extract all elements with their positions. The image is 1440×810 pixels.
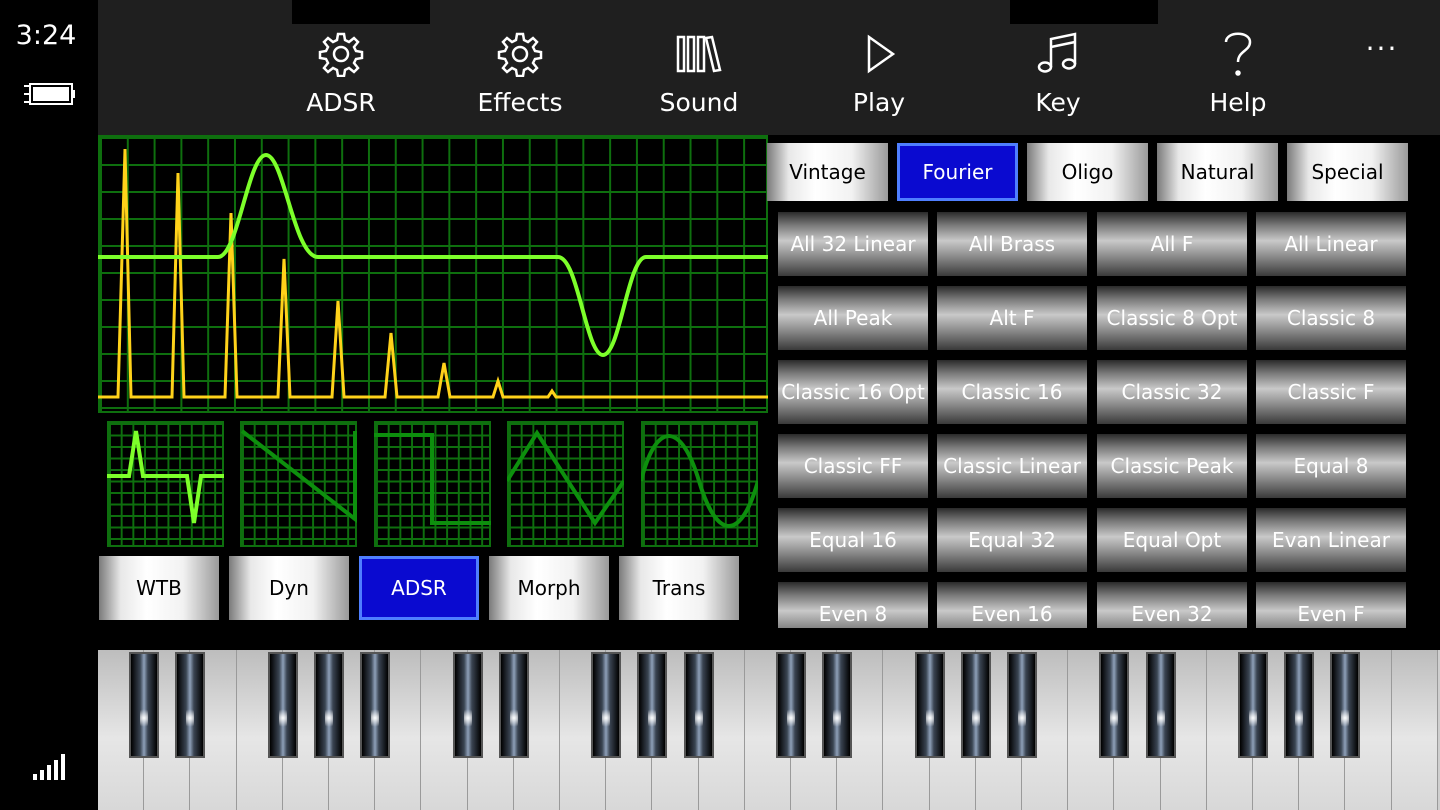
piano-black-key[interactable] xyxy=(452,652,483,758)
waveform-scope xyxy=(98,135,768,413)
adsr-app-button[interactable]: ADSR xyxy=(251,0,431,135)
tab-trans[interactable]: Trans xyxy=(619,556,739,620)
category-special[interactable]: Special xyxy=(1287,143,1408,201)
preset-item[interactable]: Evan Linear xyxy=(1256,508,1406,572)
category-natural[interactable]: Natural xyxy=(1157,143,1278,201)
piano-black-key[interactable] xyxy=(914,652,945,758)
preset-item[interactable]: All 32 Linear xyxy=(778,212,928,276)
battery-icon xyxy=(22,80,76,112)
piano-keyboard[interactable] xyxy=(98,650,1440,810)
signal-strength-icon xyxy=(33,752,67,784)
piano-black-key[interactable] xyxy=(1145,652,1176,758)
tab-wtb[interactable]: WTB xyxy=(99,556,219,620)
preset-item[interactable]: Classic Peak xyxy=(1097,434,1247,498)
preset-item[interactable]: Equal Opt xyxy=(1097,508,1247,572)
gear-icon xyxy=(430,28,610,80)
app-bar: ADSR Effects Sound Play Key Help ··· xyxy=(98,0,1440,135)
preset-item[interactable]: Classic 16 xyxy=(937,360,1087,424)
spectrum-trace xyxy=(98,148,768,399)
piano-black-key[interactable] xyxy=(175,652,206,758)
key-app-button[interactable]: Key xyxy=(968,0,1148,135)
mini-scope-pulse[interactable] xyxy=(107,421,224,547)
preset-item[interactable]: Equal 16 xyxy=(778,508,928,572)
play-icon xyxy=(789,28,969,80)
piano-black-key[interactable] xyxy=(314,652,344,758)
preset-item[interactable]: All Linear xyxy=(1256,212,1406,276)
waveform-trace xyxy=(98,152,768,358)
mini-scope-sawtooth[interactable] xyxy=(240,421,357,547)
piano-black-key[interactable] xyxy=(683,652,714,758)
status-bar xyxy=(0,0,98,810)
tab-adsr[interactable]: ADSR xyxy=(359,556,479,620)
status-clock: 3:24 xyxy=(15,20,77,51)
preset-item[interactable]: Classic Linear xyxy=(937,434,1087,498)
preset-item[interactable]: All Brass xyxy=(937,212,1087,276)
piano-white-key[interactable] xyxy=(1391,650,1438,810)
piano-black-key[interactable] xyxy=(267,652,298,758)
mini-scope-square[interactable] xyxy=(374,421,491,547)
adsr-app-label: ADSR xyxy=(306,88,376,117)
help-app-button[interactable]: Help xyxy=(1148,0,1328,135)
category-oligo[interactable]: Oligo xyxy=(1027,143,1148,201)
preset-item[interactable]: Alt F xyxy=(937,286,1087,350)
music-note-icon xyxy=(968,28,1148,80)
sound-app-button[interactable]: Sound xyxy=(609,0,789,135)
preset-item[interactable]: Classic F xyxy=(1256,360,1406,424)
mini-scope-sine[interactable] xyxy=(641,421,758,547)
preset-item[interactable]: Equal 8 xyxy=(1256,434,1406,498)
tab-dyn[interactable]: Dyn xyxy=(229,556,349,620)
preset-item[interactable]: Classic FF xyxy=(778,434,928,498)
piano-black-key[interactable] xyxy=(498,652,529,758)
library-icon xyxy=(609,28,789,80)
piano-black-key[interactable] xyxy=(1284,652,1315,758)
preset-item[interactable]: Even 16 xyxy=(937,582,1087,628)
preset-item[interactable]: Even 32 xyxy=(1097,582,1247,628)
piano-black-key[interactable] xyxy=(1238,652,1268,758)
gear-icon xyxy=(251,28,431,80)
preset-item[interactable]: Classic 16 Opt xyxy=(778,360,928,424)
preset-item[interactable]: Even F xyxy=(1256,582,1406,628)
piano-black-key[interactable] xyxy=(591,652,622,758)
preset-item[interactable]: Classic 8 Opt xyxy=(1097,286,1247,350)
preset-list[interactable]: All 32 Linear All Brass All F All Linear… xyxy=(778,212,1410,628)
mini-scope-triangle[interactable] xyxy=(507,421,624,547)
help-app-label: Help xyxy=(1209,88,1267,117)
preset-item[interactable]: All Peak xyxy=(778,286,928,350)
more-options-button[interactable]: ··· xyxy=(1352,32,1412,72)
piano-black-key[interactable] xyxy=(1007,652,1037,758)
category-fourier[interactable]: Fourier xyxy=(897,143,1018,201)
piano-black-key[interactable] xyxy=(1099,652,1130,758)
effects-app-label: Effects xyxy=(477,88,563,117)
preset-item[interactable]: All F xyxy=(1097,212,1247,276)
piano-black-key[interactable] xyxy=(129,652,160,758)
question-icon xyxy=(1148,28,1328,80)
play-app-label: Play xyxy=(852,88,906,117)
effects-app-button[interactable]: Effects xyxy=(430,0,610,135)
tab-morph[interactable]: Morph xyxy=(489,556,609,620)
key-app-label: Key xyxy=(1035,88,1081,117)
piano-black-key[interactable] xyxy=(1330,652,1361,758)
category-vintage[interactable]: Vintage xyxy=(767,143,888,201)
piano-black-key[interactable] xyxy=(822,652,853,758)
preset-item[interactable]: Classic 8 xyxy=(1256,286,1406,350)
preset-item[interactable]: Even 8 xyxy=(778,582,928,628)
preset-item[interactable]: Equal 32 xyxy=(937,508,1087,572)
piano-black-key[interactable] xyxy=(776,652,806,758)
sound-app-label: Sound xyxy=(659,88,739,117)
play-app-button[interactable]: Play xyxy=(789,0,969,135)
piano-black-key[interactable] xyxy=(637,652,668,758)
preset-item[interactable]: Classic 32 xyxy=(1097,360,1247,424)
piano-black-key[interactable] xyxy=(360,652,391,758)
piano-black-key[interactable] xyxy=(960,652,991,758)
